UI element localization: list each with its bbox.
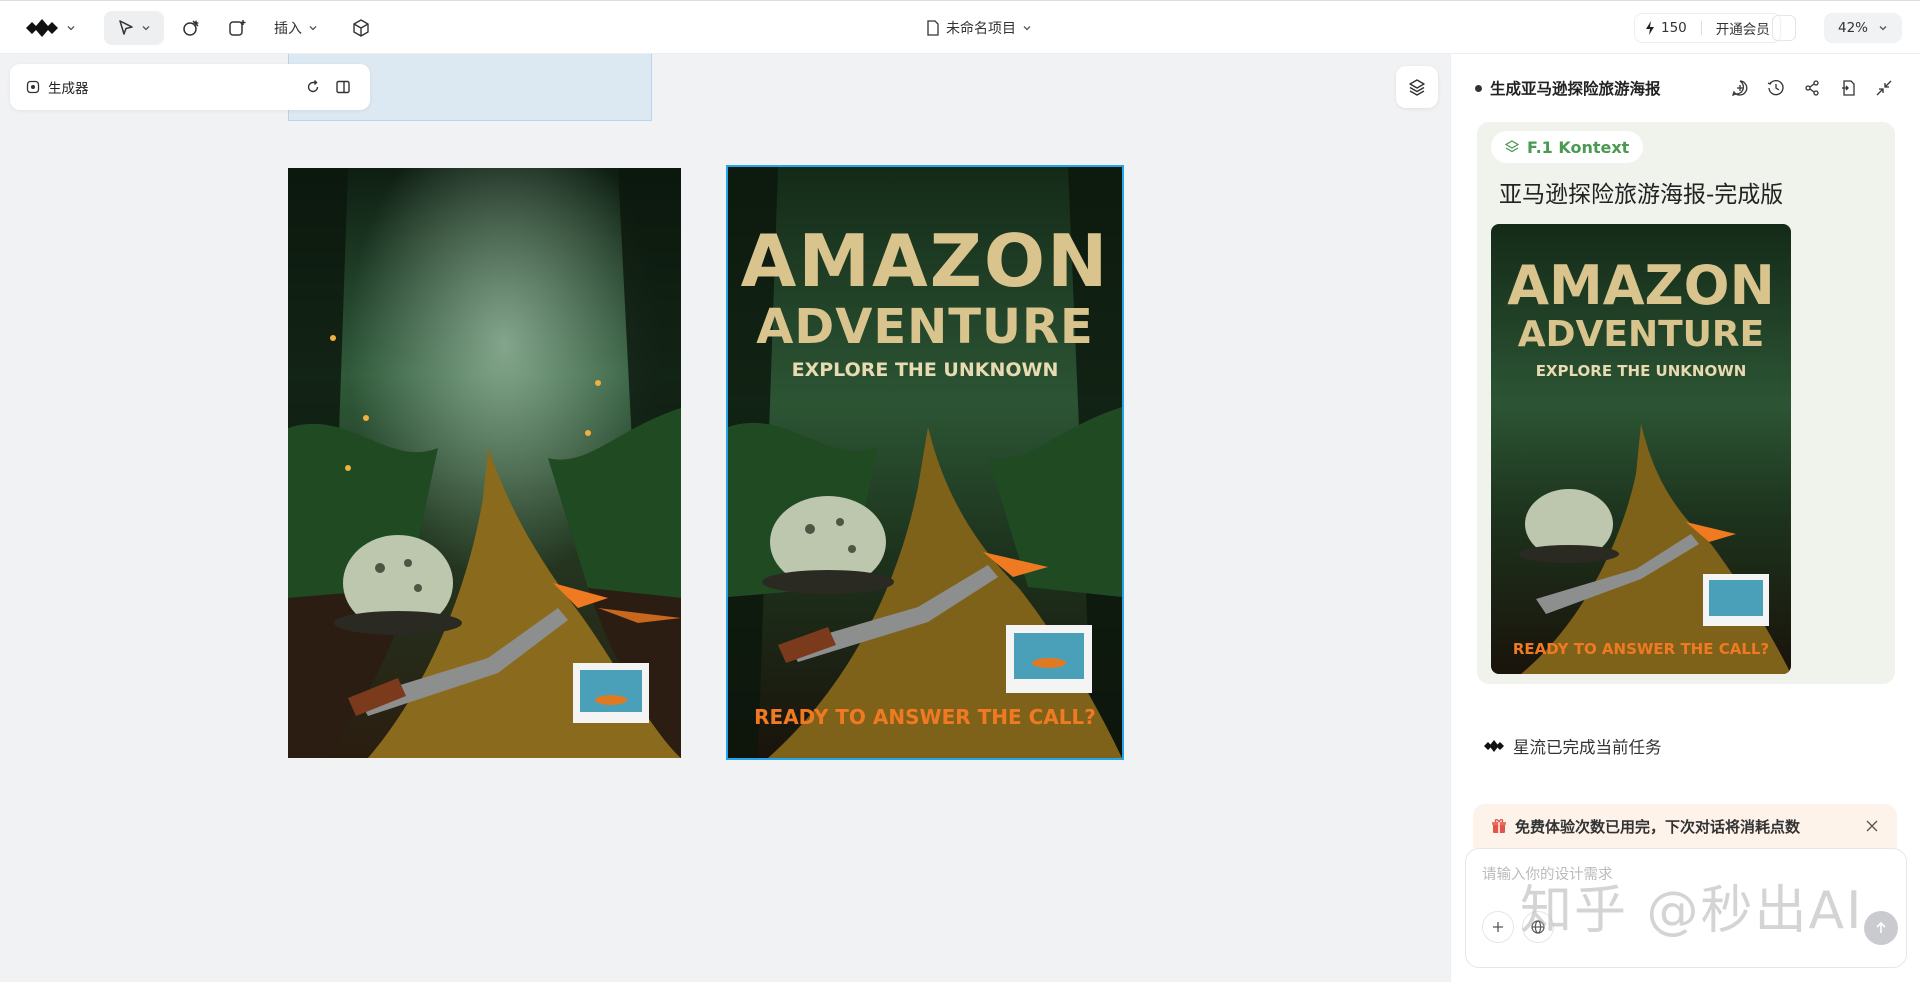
jungle-scene-image <box>288 168 681 758</box>
top-toolbar: 插入 未命名项目 150 开通会员 42% <box>0 0 1920 54</box>
credits-membership[interactable]: 150 开通会员 <box>1634 13 1781 43</box>
result-poster-image: AMAZON ADVENTURE EXPLORE THE UNKNOWN REA… <box>1491 224 1791 674</box>
globe-icon <box>1531 920 1545 934</box>
task-status-text: 星流已完成当前任务 <box>1513 738 1662 757</box>
result-cta: READY TO ANSWER THE CALL? <box>1513 640 1769 658</box>
new-chat-button[interactable] <box>1729 77 1751 99</box>
generator-panel[interactable]: 生成器 <box>10 64 370 110</box>
design-canvas[interactable]: 生成器 AMAZON ADVENTURE EXPLORE THE UNKNOWN… <box>0 54 1450 982</box>
logo-icon <box>1484 740 1504 752</box>
result-thumbnail[interactable]: AMAZON ADVENTURE EXPLORE THE UNKNOWN REA… <box>1491 224 1791 674</box>
divider <box>1700 21 1702 35</box>
image-edit-button[interactable] <box>178 15 204 41</box>
generated-image-raw[interactable] <box>288 168 681 758</box>
plus-icon <box>1493 922 1503 932</box>
close-icon[interactable] <box>1865 819 1879 833</box>
chevron-down-icon <box>309 26 317 31</box>
membership-link[interactable]: 开通会员 <box>1716 18 1770 38</box>
insert-menu-button[interactable]: 插入 <box>274 15 318 41</box>
chevron-down-icon <box>1879 26 1887 31</box>
gift-icon <box>1492 819 1506 833</box>
avatar[interactable] <box>1772 15 1796 41</box>
project-name: 未命名项目 <box>946 21 1016 37</box>
notice-text: 免费体验次数已用完，下次对话将消耗点数 <box>1515 817 1801 836</box>
chevron-down-icon <box>142 26 150 31</box>
share-icon <box>1805 80 1819 96</box>
chevron-down-icon <box>1023 26 1031 31</box>
status-dot <box>1475 84 1482 92</box>
zoom-select[interactable]: 42% <box>1824 13 1902 43</box>
model-name: F.1 Kontext <box>1527 137 1630 157</box>
result-title-line1: AMAZON <box>1507 254 1775 317</box>
select-tool-button[interactable] <box>104 11 164 45</box>
layers-button[interactable] <box>1396 66 1438 108</box>
result-title: 亚马逊探险旅游海报-完成版 <box>1499 182 1784 208</box>
chat-panel: 生成亚马逊探险旅游海报 F.1 Kontext 亚马逊探险旅游海报-完成版 AM… <box>1450 54 1920 982</box>
chat-header: 生成亚马逊探险旅游海报 <box>1451 54 1920 122</box>
generation-result-card: F.1 Kontext 亚马逊探险旅游海报-完成版 AMAZON ADVENTU… <box>1477 122 1895 684</box>
cursor-icon <box>119 20 133 35</box>
poster-title-line1: AMAZON <box>740 219 1110 303</box>
generator-label: 生成器 <box>48 81 89 97</box>
chat-add-icon <box>1731 80 1748 97</box>
add-attachment-button[interactable] <box>1482 911 1514 943</box>
chat-input-box <box>1465 848 1907 968</box>
web-search-button[interactable] <box>1522 911 1554 943</box>
collapse-panel-button[interactable] <box>1873 77 1895 99</box>
zoom-level: 42% <box>1837 20 1868 36</box>
model-badge: F.1 Kontext <box>1491 131 1644 163</box>
collapse-icon <box>1876 80 1892 96</box>
split-view-icon <box>336 80 350 94</box>
model-icon <box>1505 140 1519 153</box>
history-button[interactable] <box>1765 77 1787 99</box>
send-button[interactable] <box>1864 911 1898 945</box>
credits-notice: 免费体验次数已用完，下次对话将消耗点数 <box>1473 804 1897 848</box>
lightning-icon <box>1646 21 1654 35</box>
chevron-down-icon <box>67 26 75 31</box>
logo-icon <box>26 19 58 37</box>
poster-cta: READY TO ANSWER THE CALL? <box>754 705 1096 729</box>
arrow-up-icon <box>1876 921 1886 933</box>
credits-count: 150 <box>1661 20 1687 36</box>
split-view-button[interactable] <box>332 76 354 98</box>
frame-add-icon <box>229 20 246 36</box>
chat-title: 生成亚马逊探险旅游海报 <box>1490 80 1661 98</box>
add-frame-button[interactable] <box>224 15 250 41</box>
3d-tool-button[interactable] <box>348 15 374 41</box>
chat-input[interactable] <box>1482 863 1882 887</box>
poster-title-line2: ADVENTURE <box>756 299 1094 355</box>
image-edit-icon <box>183 20 199 36</box>
file-icon <box>927 20 939 36</box>
app-logo-menu[interactable] <box>24 13 76 43</box>
generator-icon <box>26 80 40 94</box>
export-icon <box>1842 80 1855 96</box>
result-title-line2: ADVENTURE <box>1518 314 1764 355</box>
poster-subtitle: EXPLORE THE UNKNOWN <box>791 359 1059 381</box>
history-icon <box>1767 80 1784 96</box>
generated-poster-final[interactable]: AMAZON ADVENTURE EXPLORE THE UNKNOWN REA… <box>726 165 1124 760</box>
task-status: 星流已完成当前任务 <box>1483 734 1662 758</box>
insert-label: 插入 <box>274 21 302 37</box>
share-button[interactable] <box>1801 77 1823 99</box>
cube-icon <box>353 19 369 37</box>
refresh-icon <box>307 80 319 93</box>
result-subtitle: EXPLORE THE UNKNOWN <box>1536 362 1747 380</box>
refresh-button[interactable] <box>302 76 324 98</box>
layers-icon <box>1409 79 1425 96</box>
project-name-menu[interactable]: 未命名项目 <box>926 15 1032 41</box>
export-button[interactable] <box>1837 77 1859 99</box>
